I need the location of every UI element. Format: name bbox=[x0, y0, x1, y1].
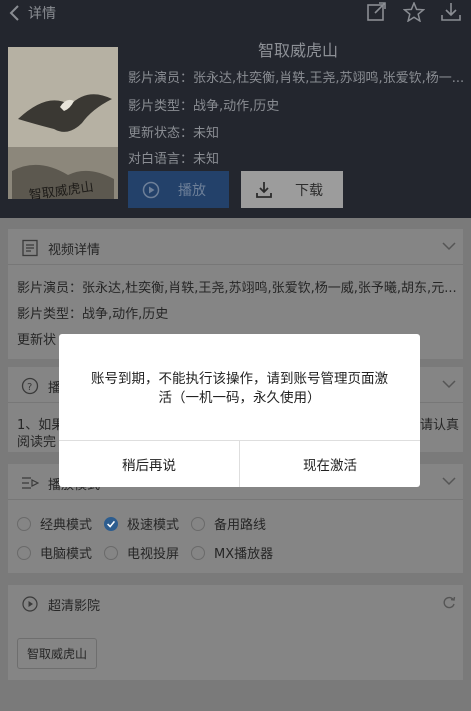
details-genre: 影片类型：战争,动作,历史 bbox=[17, 307, 169, 322]
play-circle-icon bbox=[142, 181, 160, 198]
mode-option-classic[interactable]: 经典模式 bbox=[17, 514, 92, 533]
play-label: 播放 bbox=[178, 182, 206, 199]
details-card-title: 视频详情 bbox=[48, 243, 101, 258]
download-button[interactable]: 下载 bbox=[241, 171, 343, 208]
document-icon bbox=[22, 239, 38, 257]
language-line: 对白语言：未知 bbox=[128, 152, 220, 167]
help-circle-icon: ? bbox=[21, 377, 39, 395]
status-line: 更新状态：未知 bbox=[128, 126, 220, 141]
mode-row-2: 电脑模式 电视投屏 MX播放器 bbox=[8, 543, 463, 563]
star-icon[interactable] bbox=[402, 1, 426, 23]
download-tray-icon bbox=[256, 181, 272, 198]
hd-cinema-card: 超清影院 智取威虎山 bbox=[8, 585, 463, 680]
details-card-header[interactable]: 视频详情 bbox=[8, 229, 463, 265]
download-icon[interactable] bbox=[440, 2, 462, 22]
mode-option-pc[interactable]: 电脑模式 bbox=[17, 543, 92, 562]
notice-text-right: 请认真 bbox=[420, 418, 460, 433]
top-bar: 详情 bbox=[0, 0, 471, 26]
hd-cinema-header[interactable]: 超清影院 bbox=[8, 585, 463, 621]
playlist-icon bbox=[22, 477, 39, 489]
dialog-message: 账号到期，不能执行该操作，请到账号管理页面激活（一机一码，永久使用） bbox=[91, 371, 388, 406]
movie-poster[interactable]: 智取威虎山 bbox=[8, 47, 118, 199]
radio-off-icon bbox=[104, 545, 118, 560]
refresh-icon[interactable] bbox=[441, 595, 457, 609]
account-expired-dialog: 账号到期，不能执行该操作，请到账号管理页面激活（一机一码，永久使用） 稍后再说 … bbox=[59, 334, 420, 487]
mode-option-backup[interactable]: 备用路线 bbox=[191, 514, 266, 533]
radio-off-icon bbox=[17, 516, 31, 531]
play-button[interactable]: 播放 bbox=[128, 171, 229, 208]
download-label: 下载 bbox=[295, 182, 323, 199]
back-button[interactable]: 详情 bbox=[8, 2, 68, 24]
radio-off-icon bbox=[191, 545, 205, 560]
svg-text:?: ? bbox=[27, 382, 32, 393]
back-label: 详情 bbox=[28, 6, 56, 22]
share-icon[interactable] bbox=[366, 2, 388, 22]
radio-checked-icon bbox=[104, 516, 118, 531]
movie-header: 详情 智取威虎山 智取威虎山 影片演员：张永达,杜奕衡,肖轶,王尧,苏翊鸣,张爱… bbox=[0, 0, 471, 218]
movie-title: 智取威虎山 bbox=[258, 41, 339, 60]
chevron-down-icon bbox=[442, 380, 456, 389]
mode-option-fast[interactable]: 极速模式 bbox=[104, 514, 179, 533]
later-button[interactable]: 稍后再说 bbox=[59, 441, 239, 487]
radio-off-icon bbox=[191, 516, 205, 531]
play-circle-icon bbox=[22, 596, 38, 612]
chevron-down-icon bbox=[442, 242, 456, 251]
hd-cinema-title: 超清影院 bbox=[48, 599, 101, 614]
chevron-left-icon bbox=[9, 5, 19, 21]
chevron-down-icon bbox=[442, 477, 456, 486]
mode-option-mx-player[interactable]: MX播放器 bbox=[191, 543, 273, 562]
details-actors: 影片演员：张永达,杜奕衡,肖轶,王尧,苏翊鸣,张爱钦,杨一威,张予曦,胡东,元.… bbox=[17, 281, 457, 296]
mode-option-tv-cast[interactable]: 电视投屏 bbox=[104, 543, 179, 562]
radio-off-icon bbox=[17, 545, 31, 560]
activate-now-button[interactable]: 现在激活 bbox=[240, 441, 420, 487]
actors-line: 影片演员：张永达,杜奕衡,肖轶,王尧,苏翊鸣,张爱钦,杨一... bbox=[128, 71, 465, 86]
genre-line: 影片类型：战争,动作,历史 bbox=[128, 99, 280, 114]
mode-row-1: 经典模式 极速模式 备用路线 bbox=[8, 514, 463, 534]
cinema-chip[interactable]: 智取威虎山 bbox=[17, 638, 97, 669]
